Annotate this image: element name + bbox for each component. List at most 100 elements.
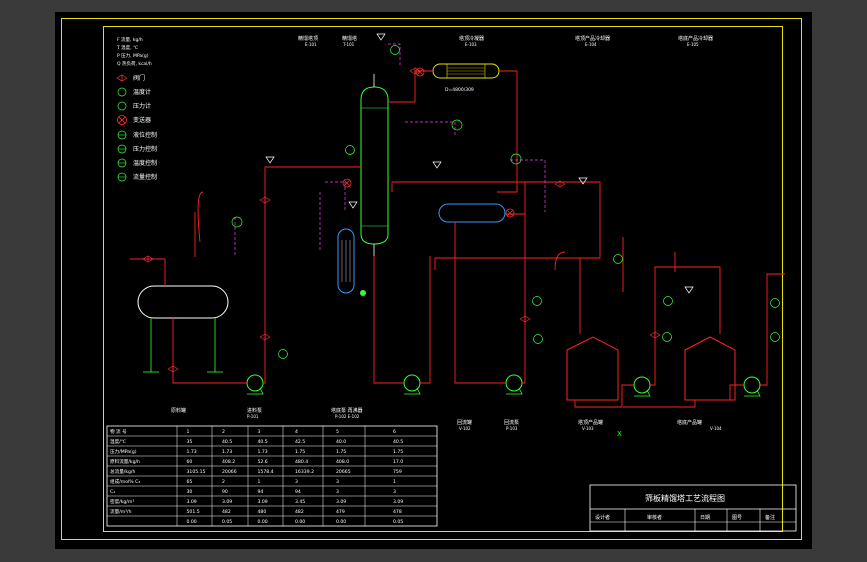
title-cell-drawing-no: 图号 [732, 515, 742, 521]
stream-table-cell: 408.0 [336, 459, 349, 465]
pump-p104[interactable] [633, 376, 651, 397]
label-e103-name: 塔顶冷凝器 [459, 35, 484, 42]
bottom-product-tank[interactable] [684, 336, 736, 401]
pressure-gauge-icon [662, 332, 672, 342]
flow-triangles [265, 33, 694, 294]
reflux-drum[interactable] [438, 203, 506, 223]
stream-table-cell: 总流量/kg/h [110, 468, 135, 475]
pump-p103[interactable] [505, 374, 523, 395]
level-control-icon [451, 119, 463, 131]
pressure-gauge-icon [117, 101, 127, 111]
stream-table-cell: 94 [258, 489, 264, 495]
transmitter-icon [342, 178, 352, 188]
transmitter-icon [117, 115, 127, 125]
drawing-viewport[interactable]: F 流量, kg/h T 温度, ℃ P 压力, MPa(g) Q 热负荷, k… [55, 12, 812, 549]
label-bottom-pump: 塔底泵 再沸器 [331, 407, 363, 414]
stream-table-cell: 501.5 [187, 509, 200, 515]
level-control-icon [117, 130, 127, 140]
title-block: 筛板精馏塔工艺流程图 设计者 审核者 日期 图号 备注 [589, 484, 797, 532]
valve-icon [259, 196, 271, 204]
stream-table-header-cell: 3 [258, 429, 261, 435]
stream-table-cell: 0.00 [187, 519, 197, 525]
valve-icon [519, 315, 531, 323]
legend: F 流量, kg/h T 温度, ℃ P 压力, MPa(g) Q 热负荷, k… [116, 36, 157, 182]
transmitters[interactable] [342, 67, 515, 218]
thermometer-icon [613, 254, 623, 264]
stream-table-cell: 3 [336, 489, 339, 495]
label-reflux-pump-tag: P-103 [506, 426, 518, 431]
top-product-tank[interactable] [566, 336, 619, 401]
stream-table-cell: 0.00 [295, 519, 305, 525]
stream-table-cell: 0.05 [222, 519, 232, 525]
stream-table-header-cell: 物 流 号 [110, 428, 127, 435]
gauges[interactable] [231, 45, 780, 359]
stream-table-cell: 52.6 [258, 459, 268, 465]
stream-table-cell: 482 [295, 509, 304, 515]
stream-table-cell: 1.75 [393, 449, 403, 455]
pressure-control-icon [117, 144, 127, 154]
pressure-control-icon [390, 45, 400, 55]
legend-item-pressure-gauge: 压力计 [133, 102, 151, 110]
label-reflux-drum-tag: V-102 [459, 426, 471, 431]
stream-table-cell: 35 [187, 439, 193, 445]
stream-table-cell: 408.2 [222, 459, 235, 465]
title-cell-reviewer: 审核者 [647, 514, 662, 521]
label-e103-tag: E-103 [465, 42, 477, 47]
stream-table-cell: 组成/mol% C₃ [110, 478, 140, 485]
overhead-condenser[interactable]: D=4800/309 [432, 63, 500, 93]
level-indicator-icon [360, 290, 366, 296]
label-feed-pump: 进料泵 [247, 407, 262, 414]
pump-p101[interactable] [246, 374, 264, 395]
stream-table-cell: 0.00 [258, 519, 268, 525]
stream-table-cell: 0.00 [336, 519, 346, 525]
stream-table-cell: 90 [222, 489, 228, 495]
legend-item-valve: 阀门 [133, 74, 145, 82]
feed-tank[interactable] [137, 285, 229, 373]
mark-x: X [617, 430, 622, 438]
stream-table-cell: 2 [222, 479, 225, 485]
label-e101-tag: E-101 [305, 42, 317, 47]
distillation-column[interactable] [360, 74, 389, 256]
thermometer-icon [117, 87, 127, 97]
label-t101-name: 精馏塔 [342, 35, 357, 42]
stream-table-cell: 3.09 [393, 499, 403, 505]
label-top-product-tank: 塔顶产品罐 [578, 419, 603, 426]
stream-table-cell: 3 [336, 479, 339, 485]
stream-table-cell: 3 [393, 489, 396, 495]
pressure-gauge-icon [533, 334, 543, 344]
thermometer-icon [532, 296, 542, 306]
stream-table-header-cell: 1 [187, 429, 190, 435]
stream-table-cell: 30 [187, 489, 193, 495]
stream-table-header-cell: 6 [393, 429, 396, 435]
pump-p105[interactable] [743, 376, 761, 397]
stream-table-cell: 480.4 [295, 459, 308, 465]
legend-item-flow-control: 流量控制 [133, 173, 157, 181]
stream-table-cell: C₄ [110, 489, 115, 495]
pump-p102[interactable] [403, 374, 421, 395]
legend-item-pressure-control: 压力控制 [133, 145, 157, 153]
legend-item-thermometer: 温度计 [133, 88, 151, 96]
stream-table-cell: 40.5 [393, 439, 403, 445]
stream-table-cell: 原料流量/kg/h [110, 458, 140, 465]
stream-table-cell: 20665 [336, 469, 351, 475]
thermometer-icon [770, 298, 780, 308]
process-flow-diagram: F 流量, kg/h T 温度, ℃ P 压力, MPa(g) Q 热负荷, k… [106, 33, 797, 532]
stream-table-cell: 3.45 [295, 499, 305, 505]
drawing-title: 筛板精馏塔工艺流程图 [645, 493, 725, 503]
valves[interactable] [142, 67, 661, 373]
stream-table-cell: 3.09 [336, 499, 346, 505]
transmitter-icon [415, 67, 425, 77]
reboiler[interactable] [337, 228, 355, 294]
stream-table-cell: 65 [187, 479, 193, 485]
label-top-product-tank-tag: V-103 [582, 426, 594, 431]
stream-table-header-cell: 4 [295, 429, 298, 435]
label-t101-tag: T-101 [342, 42, 355, 47]
label-reflux-drum: 回流罐 [457, 419, 472, 426]
stream-table-cell: 17.0 [393, 459, 403, 465]
label-e105-tag: E-105 [687, 42, 699, 47]
label-e104-name: 塔顶产品冷却器 [575, 35, 610, 42]
stream-table-cell: 759 [393, 469, 402, 475]
stream-table-cell: 480 [258, 509, 267, 515]
stream-table-cell: 94 [295, 489, 301, 495]
title-cell-designer: 设计者 [595, 514, 610, 521]
